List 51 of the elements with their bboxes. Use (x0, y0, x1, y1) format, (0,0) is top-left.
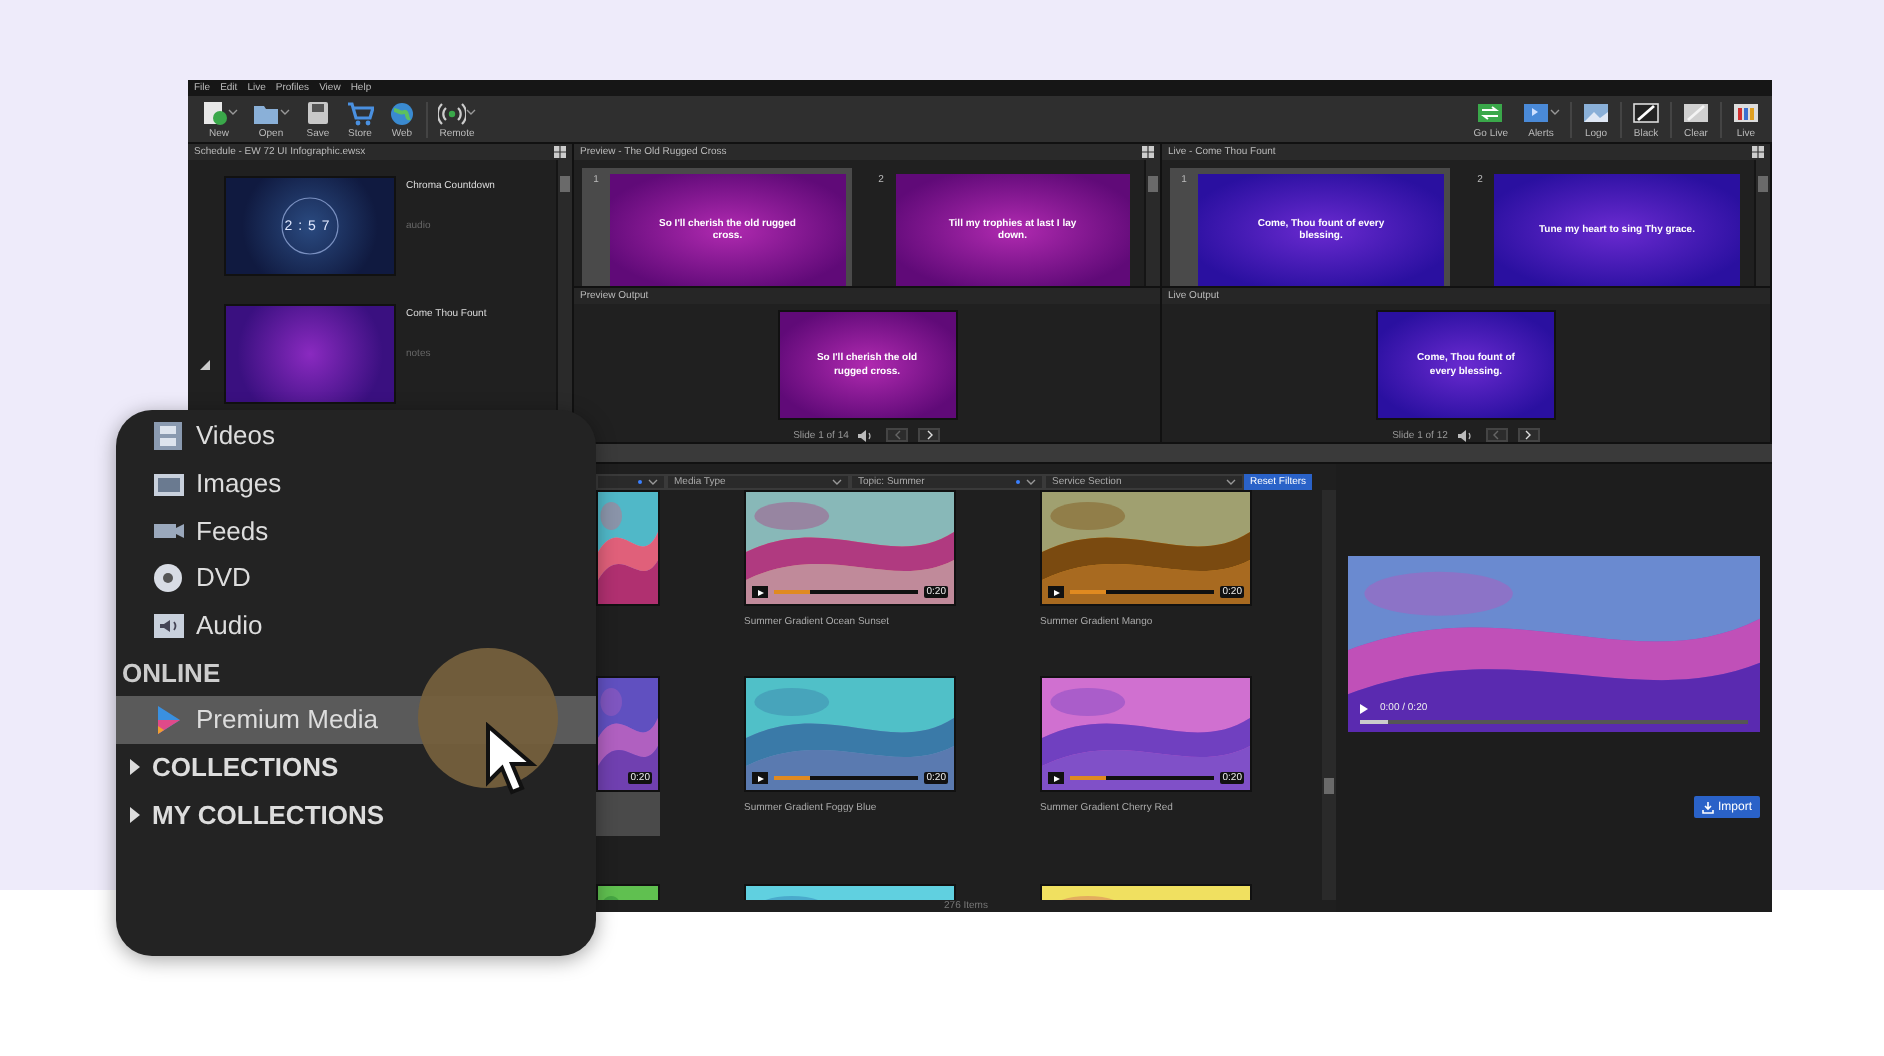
speaker-icon[interactable] (1457, 429, 1476, 441)
scrollbar[interactable] (1754, 160, 1770, 286)
next-button[interactable] (1517, 428, 1540, 442)
library-item[interactable]: Images (116, 459, 596, 507)
previous-button[interactable] (886, 428, 909, 442)
image-icon (1582, 99, 1610, 125)
triangle-icon[interactable] (200, 360, 210, 370)
play-logo-icon (152, 703, 184, 736)
screen-icon (1522, 99, 1550, 125)
speaker-icon (152, 609, 184, 642)
broadcast-icon (438, 99, 466, 125)
chevron-right-icon (925, 430, 934, 440)
filter-dropdown[interactable] (596, 474, 666, 490)
chevron-icon (1026, 478, 1036, 486)
previous-button[interactable] (1485, 428, 1508, 442)
chevron-right-icon (1524, 430, 1533, 440)
library-item[interactable]: DVD (116, 554, 596, 602)
next-button[interactable] (918, 428, 941, 442)
download-icon (1701, 801, 1714, 813)
play-button[interactable] (752, 772, 768, 784)
cart-icon (346, 99, 374, 125)
grid-icon[interactable] (554, 146, 566, 158)
grid-icon[interactable] (1752, 146, 1764, 158)
collection-group[interactable]: COLLECTIONS (116, 743, 596, 791)
document-icon (200, 99, 228, 125)
scrollbar[interactable] (1322, 490, 1336, 900)
color-bars-icon (1732, 99, 1760, 125)
collection-group[interactable]: MY COLLECTIONS (116, 791, 596, 839)
play-button[interactable] (1048, 772, 1064, 784)
blank-screen-icon (1682, 99, 1710, 125)
play-icon[interactable] (1360, 703, 1368, 713)
play-button[interactable] (752, 586, 768, 598)
swap-arrows-icon (1476, 99, 1505, 125)
diagonal-screen-icon (1632, 99, 1660, 125)
chevron-icon (1226, 478, 1236, 486)
chevron-icon (648, 478, 658, 486)
library-item[interactable]: Videos (116, 412, 596, 460)
section-heading: ONLINE (120, 655, 223, 692)
chevron-left-icon (893, 430, 902, 440)
play-button[interactable] (1048, 586, 1064, 598)
library-item[interactable]: Audio (116, 601, 596, 649)
film-strip-icon (152, 419, 184, 452)
grid-icon[interactable] (1142, 146, 1154, 158)
slide-thumbnail[interactable] (224, 304, 396, 404)
chevron-left-icon (1492, 430, 1501, 440)
globe-icon (388, 99, 416, 125)
speaker-icon[interactable] (858, 429, 877, 441)
library-item[interactable]: Feeds (116, 506, 596, 555)
disc-icon (152, 561, 184, 594)
scrollbar[interactable] (1144, 160, 1160, 286)
chevron-icon (832, 478, 842, 486)
